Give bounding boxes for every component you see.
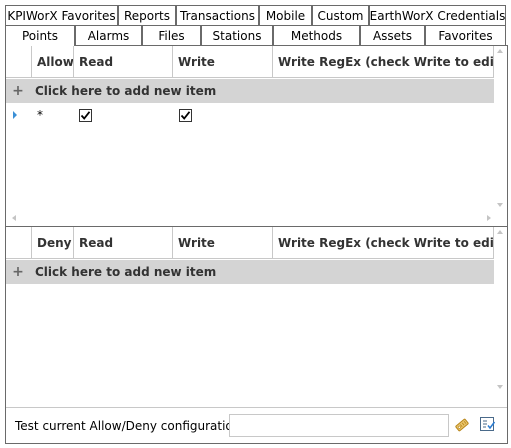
checkmark-icon <box>80 110 91 120</box>
tab-mobile[interactable]: Mobile <box>259 5 312 25</box>
allow-grid-vertical-scrollbar[interactable] <box>494 46 507 214</box>
tab-files[interactable]: Files <box>142 25 201 45</box>
row-header-column <box>6 227 31 259</box>
plus-icon: + <box>12 264 24 280</box>
column-header-allow[interactable]: Allow <box>31 46 73 78</box>
scroll-up-arrow-icon[interactable] <box>497 49 503 53</box>
tab-points[interactable]: Points <box>5 25 75 46</box>
scroll-left-arrow-icon[interactable] <box>12 215 16 221</box>
tab-favorites[interactable]: Favorites <box>425 25 506 45</box>
tab-assets[interactable]: Assets <box>360 25 425 45</box>
column-header-write-regex[interactable]: Write RegEx (check Write to edit) <box>272 46 494 78</box>
test-configuration-label: Test current Allow/Deny configuration: <box>15 419 245 433</box>
scroll-right-arrow-icon[interactable] <box>487 215 491 221</box>
deny-grid-header: Deny Read Write Write RegEx (check Write… <box>6 227 494 259</box>
read-checkbox[interactable] <box>79 108 92 122</box>
tab-custom[interactable]: Custom <box>312 5 369 25</box>
tab-stations[interactable]: Stations <box>201 25 273 45</box>
tag-icon[interactable] <box>453 416 473 436</box>
add-new-item-text: Click here to add new item <box>35 84 217 98</box>
tab-row-bottom: Points Alarms Files Stations Methods Ass… <box>0 25 511 46</box>
column-header-read[interactable]: Read <box>73 46 172 78</box>
deny-grid: Deny Read Write Write RegEx (check Write… <box>6 227 507 407</box>
allow-pattern-cell[interactable]: * <box>37 104 77 126</box>
column-header-deny[interactable]: Deny <box>31 227 73 259</box>
test-rules-icon[interactable] <box>479 416 499 436</box>
scroll-up-arrow-icon[interactable] <box>497 230 503 234</box>
tab-reports[interactable]: Reports <box>118 5 176 25</box>
column-header-write[interactable]: Write <box>172 46 272 78</box>
read-checkbox-cell[interactable] <box>79 104 92 126</box>
scroll-down-arrow-icon[interactable] <box>497 385 503 389</box>
allow-grid: Allow Read Write Write RegEx (check Writ… <box>6 46 507 226</box>
column-header-write[interactable]: Write <box>172 227 272 259</box>
tab-alarms[interactable]: Alarms <box>75 25 142 45</box>
tab-kpiworx-favorites[interactable]: KPIWorX Favorites <box>5 5 118 25</box>
tab-earthworx-credentials[interactable]: EarthWorX Credentials <box>369 5 506 25</box>
tab-methods[interactable]: Methods <box>273 25 360 45</box>
write-checkbox[interactable] <box>179 108 192 122</box>
column-header-read[interactable]: Read <box>73 227 172 259</box>
add-new-item-text: Click here to add new item <box>35 265 217 279</box>
points-panel: Allow Read Write Write RegEx (check Writ… <box>5 45 508 444</box>
write-checkbox-cell[interactable] <box>179 104 192 126</box>
deny-grid-vertical-scrollbar[interactable] <box>494 227 507 397</box>
add-new-item-row[interactable]: + Click here to add new item <box>6 79 494 103</box>
table-row[interactable]: * <box>6 104 494 126</box>
column-header-write-regex[interactable]: Write RegEx (check Write to edit) <box>272 227 494 259</box>
points-security-editor: KPIWorX Favorites Reports Transactions M… <box>0 0 511 448</box>
tab-transactions[interactable]: Transactions <box>176 5 259 25</box>
current-row-indicator-icon <box>13 111 17 119</box>
scroll-down-arrow-icon[interactable] <box>497 203 503 207</box>
checkmark-icon <box>180 110 191 120</box>
add-new-item-row[interactable]: + Click here to add new item <box>6 260 494 284</box>
row-header-column <box>6 46 31 78</box>
test-configuration-input[interactable] <box>229 414 449 437</box>
tab-row-top: KPIWorX Favorites Reports Transactions M… <box>0 5 511 25</box>
allow-grid-header: Allow Read Write Write RegEx (check Writ… <box>6 46 494 78</box>
plus-icon: + <box>12 83 24 99</box>
test-configuration-bar: Test current Allow/Deny configuration: <box>6 407 507 443</box>
